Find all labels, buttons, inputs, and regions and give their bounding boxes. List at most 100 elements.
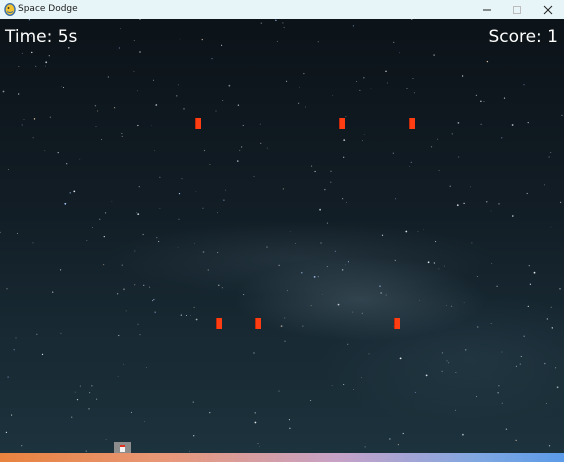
star [201, 38, 203, 41]
star [257, 443, 259, 445]
star [130, 411, 133, 413]
star [496, 285, 498, 287]
star [242, 124, 244, 126]
star [190, 314, 192, 316]
star [486, 201, 488, 203]
star [526, 192, 528, 195]
star [380, 292, 382, 294]
star [430, 146, 433, 148]
star [52, 291, 54, 293]
projectile [216, 318, 222, 329]
star [505, 428, 508, 430]
star [209, 164, 211, 166]
star [237, 104, 240, 106]
star [527, 305, 529, 308]
star [310, 305, 312, 307]
star [523, 335, 525, 337]
star [438, 268, 440, 270]
time-display: Time: 5s [5, 27, 78, 47]
star [515, 439, 517, 441]
star [178, 192, 181, 195]
star [302, 325, 304, 327]
star [253, 175, 255, 177]
star [441, 370, 443, 372]
star [379, 285, 381, 287]
star [394, 259, 396, 262]
star [471, 242, 473, 244]
game-canvas[interactable]: Time: 5s Score: 1 [0, 19, 564, 453]
star [49, 116, 51, 118]
star [361, 312, 363, 315]
star [253, 352, 255, 354]
star [528, 265, 530, 267]
minimize-icon [483, 9, 491, 10]
star [546, 403, 547, 404]
star [461, 75, 464, 77]
pygame-snake-icon [4, 3, 16, 16]
star [97, 110, 99, 112]
star [326, 266, 328, 268]
game-window: Space Dodge Time: 5s Score: 1 [0, 0, 564, 462]
star [153, 298, 155, 301]
star [71, 416, 73, 418]
star [156, 237, 158, 239]
star [278, 390, 280, 392]
star [96, 398, 98, 400]
star [289, 231, 291, 233]
star [294, 242, 296, 244]
star [149, 286, 151, 288]
star [497, 392, 499, 394]
star [559, 201, 562, 204]
star [28, 19, 31, 21]
star [435, 241, 437, 243]
star [137, 213, 140, 216]
star [139, 51, 141, 53]
star [123, 288, 125, 291]
star [498, 385, 500, 387]
star [389, 438, 391, 440]
star [41, 353, 44, 356]
star [317, 41, 319, 43]
star [286, 80, 288, 82]
title-bar[interactable]: Space Dodge [0, 0, 564, 19]
star [239, 149, 241, 152]
minimize-button[interactable] [472, 0, 502, 19]
star [116, 293, 119, 295]
maximize-button[interactable] [502, 0, 532, 19]
star [301, 272, 303, 274]
star [448, 362, 450, 364]
star [207, 269, 209, 271]
star [363, 77, 365, 79]
star [385, 294, 387, 296]
star [195, 191, 197, 193]
star [7, 376, 9, 378]
star [177, 84, 179, 86]
star [332, 95, 334, 97]
star [352, 25, 354, 27]
star [48, 55, 50, 57]
player-ship[interactable] [114, 442, 131, 453]
star [343, 383, 345, 386]
score-display: Score: 1 [488, 27, 558, 47]
star [427, 261, 430, 264]
star [79, 385, 81, 387]
star [13, 349, 15, 351]
star [417, 231, 419, 232]
star [438, 170, 440, 172]
star [551, 327, 553, 329]
close-button[interactable] [533, 0, 563, 19]
star [446, 360, 448, 362]
star [413, 92, 415, 94]
star [221, 287, 223, 289]
star [519, 363, 521, 365]
star [153, 79, 154, 81]
star [32, 137, 34, 139]
star [433, 262, 436, 264]
star [151, 125, 152, 127]
star [18, 93, 20, 95]
star [134, 284, 136, 286]
star [8, 169, 9, 170]
star [441, 352, 444, 354]
star [275, 19, 277, 21]
star [0, 231, 1, 233]
